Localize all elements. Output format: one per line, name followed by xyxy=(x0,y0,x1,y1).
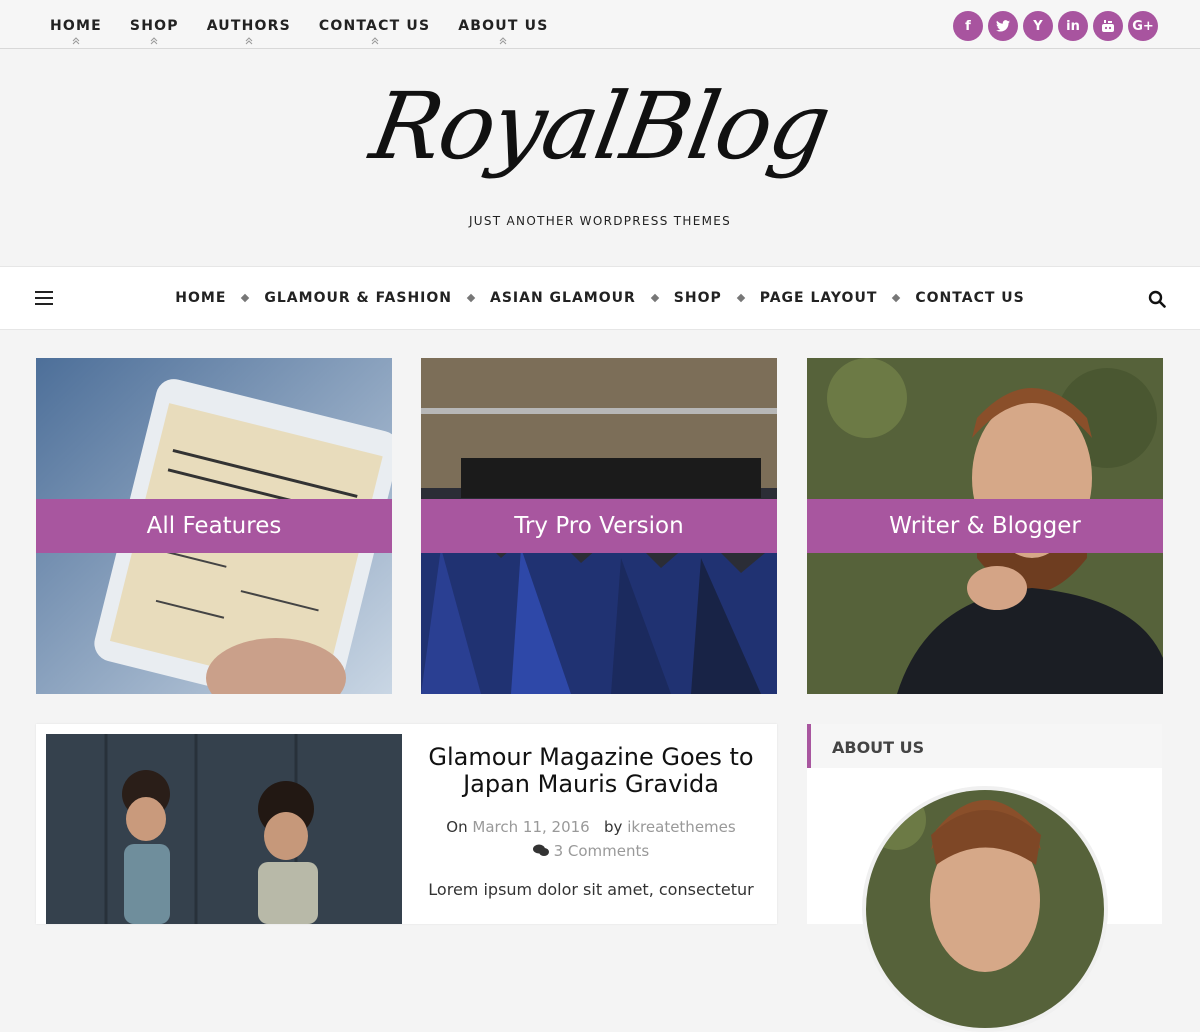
separator-diamond-icon xyxy=(892,293,901,303)
feature-label: All Features xyxy=(36,499,392,553)
post-comments-link[interactable]: 3 Comments xyxy=(421,842,761,860)
separator-diamond-icon xyxy=(736,293,745,303)
top-nav-label: SHOP xyxy=(129,18,179,34)
top-nav-label: ABOUT US xyxy=(458,18,549,34)
post-excerpt: Lorem ipsum dolor sit amet, consectetur xyxy=(428,880,754,899)
youtube-icon[interactable] xyxy=(1093,11,1123,41)
top-nav-label: AUTHORS xyxy=(206,18,291,34)
main-nav-page-layout[interactable]: PAGE LAYOUT xyxy=(760,290,878,306)
chevron-up-icon xyxy=(245,37,253,45)
widget-header: ABOUT US xyxy=(807,724,1162,768)
main-nav-items: HOME GLAMOUR & FASHION ASIAN GLAMOUR SHO… xyxy=(0,267,1200,329)
post-title[interactable]: Glamour Magazine Goes to Japan Mauris Gr… xyxy=(421,744,761,798)
top-nav-home[interactable]: HOME xyxy=(36,0,116,48)
site-tagline: JUST ANOTHER WORDPRESS THEMES xyxy=(468,214,732,228)
feature-label: Try Pro Version xyxy=(421,499,777,553)
feature-writer-blogger[interactable]: Writer & Blogger xyxy=(807,358,1163,694)
main-nav-glamour-fashion[interactable]: GLAMOUR & FASHION xyxy=(264,290,452,306)
main-nav-asian-glamour[interactable]: ASIAN GLAMOUR xyxy=(490,290,636,306)
yahoo-icon[interactable]: Y xyxy=(1023,11,1053,41)
social-links: f Y in G+ xyxy=(953,11,1158,41)
top-nav: HOME SHOP AUTHORS CONTACT US ABOUT US xyxy=(36,0,563,48)
main-nav-contact-us[interactable]: CONTACT US xyxy=(915,290,1024,306)
post-card: Glamour Magazine Goes to Japan Mauris Gr… xyxy=(36,724,777,924)
feature-all-features[interactable]: All Features xyxy=(36,358,392,694)
post-comments-count: 3 Comments xyxy=(553,842,650,860)
comments-icon xyxy=(532,844,549,856)
site-logo[interactable]: RoyalBlog xyxy=(0,73,1200,180)
top-nav-about-us[interactable]: ABOUT US xyxy=(444,0,562,48)
top-nav-shop[interactable]: SHOP xyxy=(116,0,193,48)
avatar xyxy=(862,786,1108,1032)
post-author-link[interactable]: ikreatethemes xyxy=(627,818,736,836)
top-nav-authors[interactable]: AUTHORS xyxy=(193,0,305,48)
linkedin-icon[interactable]: in xyxy=(1058,11,1088,41)
about-us-widget: ABOUT US xyxy=(807,724,1162,1032)
search-icon[interactable] xyxy=(1148,290,1166,308)
google-plus-icon[interactable]: G+ xyxy=(1128,11,1158,41)
feature-label: Writer & Blogger xyxy=(807,499,1163,553)
site-header: RoyalBlog JUST ANOTHER WORDPRESS THEMES xyxy=(0,49,1200,266)
top-nav-contact-us[interactable]: CONTACT US xyxy=(305,0,444,48)
top-nav-label: HOME xyxy=(50,18,102,34)
main-nav-home[interactable]: HOME xyxy=(175,290,226,306)
main-nav-shop[interactable]: SHOP xyxy=(674,290,722,306)
chevron-up-icon xyxy=(371,37,378,45)
top-nav-label: CONTACT US xyxy=(318,18,431,34)
separator-diamond-icon xyxy=(650,293,660,303)
post-meta-by: by xyxy=(604,818,623,836)
chevron-up-icon xyxy=(500,37,507,45)
chevron-up-icon xyxy=(72,37,80,45)
main-nav: HOME GLAMOUR & FASHION ASIAN GLAMOUR SHO… xyxy=(0,266,1200,330)
top-bar: HOME SHOP AUTHORS CONTACT US ABOUT US f … xyxy=(0,0,1200,49)
twitter-icon[interactable] xyxy=(988,11,1018,41)
widget-title: ABOUT US xyxy=(832,738,925,757)
chevron-up-icon xyxy=(150,37,158,45)
separator-diamond-icon xyxy=(466,293,476,303)
post-thumbnail[interactable] xyxy=(46,734,402,924)
post-meta: On March 11, 2016 by ikreatethemes xyxy=(421,818,761,836)
feature-try-pro-version[interactable]: Try Pro Version xyxy=(421,358,777,694)
separator-diamond-icon xyxy=(241,293,250,303)
facebook-icon[interactable]: f xyxy=(953,11,983,41)
post-meta-on: On xyxy=(446,818,468,836)
post-date-link[interactable]: March 11, 2016 xyxy=(472,818,589,836)
